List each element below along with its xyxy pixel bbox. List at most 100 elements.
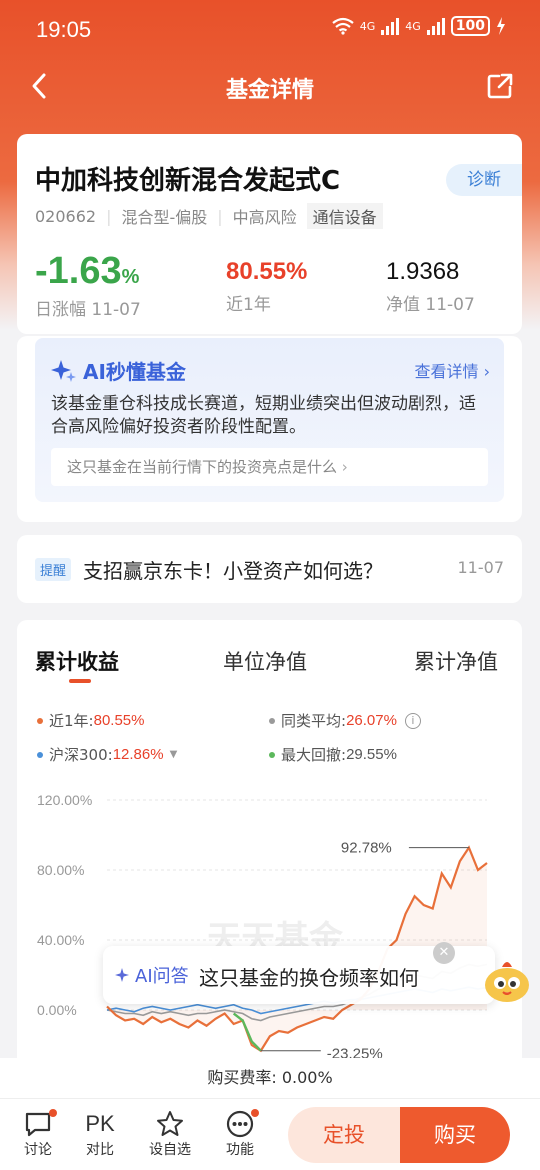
tag-divider: | xyxy=(217,206,223,226)
ai-question-text: 这只基金在当前行情下的投资亮点是什么 xyxy=(67,458,338,476)
mascot-icon[interactable] xyxy=(480,955,534,1005)
signal-icon-2 xyxy=(426,17,445,35)
ai-title-text: AI秒懂基金 xyxy=(83,360,186,384)
max-label: 92.78% xyxy=(341,840,392,857)
add-watchlist-button[interactable]: 设自选 xyxy=(145,1109,195,1159)
sparkle-icon xyxy=(51,359,76,382)
tab-cumulative-return[interactable]: 累计收益 xyxy=(35,646,119,676)
wifi-icon xyxy=(332,17,354,35)
compare-button[interactable]: PK 对比 xyxy=(75,1109,125,1159)
daily-change-value: -1.63% xyxy=(35,250,140,292)
daily-change-label: 日涨幅 11-07 xyxy=(35,300,141,320)
ai-summary-card: AI秒懂基金 查看详情 › 该基金重仓科技成长赛道，短期业绩突出但波动剧烈，适合… xyxy=(17,336,522,522)
discuss-button[interactable]: 讨论 xyxy=(13,1109,63,1159)
legend-value: 12.86% xyxy=(112,746,164,763)
fund-tags: 020662 | 混合型-偏股 | 中高风险 通信设备 xyxy=(35,203,393,229)
legend-hs300[interactable]: 沪深300: 12.86% ▼ xyxy=(37,744,177,765)
notice-card[interactable]: 提醒 支招赢京东卡！小登资产如何选？ 11-07 xyxy=(17,535,522,603)
fund-type: 混合型-偏股 xyxy=(121,208,208,227)
sparkle-icon xyxy=(115,968,129,982)
star-icon xyxy=(145,1109,195,1139)
status-time: 19:05 xyxy=(36,17,92,42)
y-tick-label: 120.00% xyxy=(37,792,92,808)
ai-qa-bubble[interactable]: AI问答 这只基金的换仓频率如何 ✕ xyxy=(103,942,495,1004)
tab-unit-nav[interactable]: 单位净值 xyxy=(223,646,307,676)
legend-peer: 同类平均: 26.07% i xyxy=(269,710,421,731)
daily-change-metric: -1.63% 日涨幅 11-07 xyxy=(35,250,141,320)
signal-icon-1 xyxy=(381,17,400,35)
chevron-right-icon: › xyxy=(483,362,490,381)
watch-label: 设自选 xyxy=(149,1142,191,1158)
nav-bar: 基金详情 xyxy=(0,62,540,110)
year-return-label: 近1年 xyxy=(226,295,271,315)
y-tick-label: 0.00% xyxy=(37,1002,77,1018)
legend-value: 80.55% xyxy=(93,712,145,729)
year-return-value: 80.55% xyxy=(226,258,308,285)
bottom-action-bar: 讨论 PK 对比 设自选 功能 定投 购买 xyxy=(0,1098,540,1170)
ai-more-link[interactable]: 查看详情 › xyxy=(414,358,490,382)
more-functions-button[interactable]: 功能 xyxy=(215,1109,265,1159)
notification-dot xyxy=(251,1109,259,1117)
legend-drawdown: 最大回撤: 29.55% xyxy=(269,744,397,765)
legend-value: 29.55% xyxy=(346,746,397,763)
buy-button[interactable]: 购买 xyxy=(400,1107,510,1163)
close-icon[interactable]: ✕ xyxy=(433,942,455,964)
ai-suggested-question[interactable]: 这只基金在当前行情下的投资亮点是什么 › xyxy=(51,448,488,486)
legend-fund: 近1年: 80.55% xyxy=(37,710,144,731)
fund-risk: 中高风险 xyxy=(232,208,297,227)
more-icon xyxy=(215,1109,265,1139)
legend-value: 26.07% xyxy=(346,712,397,729)
performance-chart-card: 累计收益 单位净值 累计净值 近1年: 80.55% 同类平均: 26.07% … xyxy=(17,620,522,1090)
charging-icon xyxy=(497,17,505,35)
notice-badge: 提醒 xyxy=(35,558,72,581)
fee-rate: 购买费率: 0.00% xyxy=(0,1058,540,1098)
fund-sector-tag[interactable]: 通信设备 xyxy=(306,203,383,229)
legend-dot xyxy=(269,751,275,758)
legend-label: 近1年: xyxy=(49,712,94,730)
tab-accumulated-nav[interactable]: 累计净值 xyxy=(414,646,498,676)
notification-dot xyxy=(49,1109,57,1117)
active-tab-indicator xyxy=(69,679,91,683)
pk-icon: PK xyxy=(85,1111,115,1136)
legend-label: 同类平均: xyxy=(281,712,347,730)
year-return-metric: 80.55% 近1年 xyxy=(226,258,307,315)
ai-qa-question: 这只基金的换仓频率如何 xyxy=(199,966,419,990)
share-icon[interactable] xyxy=(486,72,514,100)
nav-value: 1.9368 xyxy=(386,258,460,285)
status-bar: 19:05 4G 4G 100 xyxy=(0,0,540,58)
tag-divider: | xyxy=(106,206,112,226)
y-tick-label: 40.00% xyxy=(37,932,84,948)
more-label: 功能 xyxy=(226,1142,254,1158)
fund-name: 中加科技创新混合发起式C xyxy=(35,166,341,196)
ai-more-text: 查看详情 xyxy=(414,362,479,381)
status-icons: 4G 4G 100 xyxy=(332,16,506,36)
page-title: 基金详情 xyxy=(225,78,314,103)
ai-title: AI秒懂基金 xyxy=(51,356,186,385)
legend-dot xyxy=(37,717,43,724)
legend-dot xyxy=(37,751,43,758)
diagnose-button[interactable]: 诊断 xyxy=(446,164,522,196)
compare-label: 对比 xyxy=(86,1142,114,1158)
y-tick-label: 80.00% xyxy=(37,862,84,878)
info-icon[interactable]: i xyxy=(404,712,421,729)
ai-qa-label-text: AI问答 xyxy=(135,966,189,987)
notice-date: 11-07 xyxy=(457,558,505,577)
auto-invest-button[interactable]: 定投 xyxy=(288,1107,400,1163)
legend-dot xyxy=(269,717,275,724)
ai-qa-label: AI问答 xyxy=(115,962,189,988)
ai-summary-panel[interactable]: AI秒懂基金 查看详情 › 该基金重仓科技成长赛道，短期业绩突出但波动剧烈，适合… xyxy=(35,338,504,502)
ai-description: 该基金重仓科技成长赛道，短期业绩突出但波动剧烈，适合高风险偏好投资者阶段性配置。 xyxy=(51,394,476,437)
legend-label: 最大回撤: xyxy=(281,746,347,764)
comment-icon xyxy=(13,1109,63,1139)
network-label-2: 4G xyxy=(405,19,421,33)
legend-label: 沪深300: xyxy=(49,746,113,764)
network-label-1: 4G xyxy=(359,19,376,33)
nav-label: 净值 11-07 xyxy=(386,295,475,315)
notice-text: 支招赢京东卡！小登资产如何选？ xyxy=(83,559,383,583)
nav-metric: 1.9368 净值 11-07 xyxy=(386,258,475,315)
chevron-right-icon: › xyxy=(341,458,348,476)
fund-summary-card: 中加科技创新混合发起式C 诊断 020662 | 混合型-偏股 | 中高风险 通… xyxy=(17,134,522,334)
discuss-label: 讨论 xyxy=(24,1142,52,1158)
battery-icon: 100 xyxy=(450,16,490,36)
performance-chart[interactable]: 天天基金120.00%80.00%40.00%0.00%92.78%-23.25… xyxy=(17,780,522,1060)
